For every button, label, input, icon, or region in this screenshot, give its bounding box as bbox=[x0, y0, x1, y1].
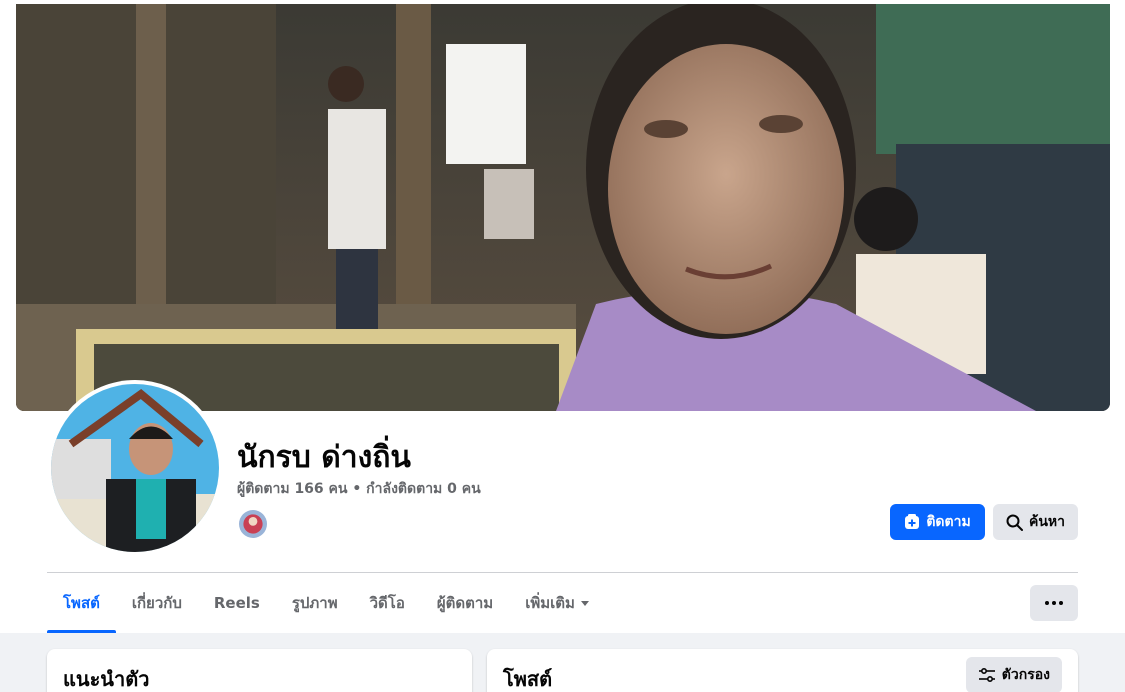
ellipsis-icon bbox=[1045, 601, 1049, 605]
tab-followers[interactable]: ผู้ติดตาม bbox=[421, 573, 509, 633]
filter-button-label: ตัวกรอง bbox=[1001, 667, 1050, 683]
profile-page: นักรบ ด่างถิ่น ผู้ติดตาม 166 คน • กำลังต… bbox=[0, 0, 1125, 692]
follower-avatar[interactable] bbox=[237, 508, 269, 540]
follow-button[interactable]: ติดตาม bbox=[890, 504, 985, 540]
intro-card-title: แนะนำตัว bbox=[63, 667, 150, 691]
tab-photos[interactable]: รูปภาพ bbox=[276, 573, 354, 633]
intro-card: แนะนำตัว bbox=[47, 649, 472, 692]
follow-stats[interactable]: ผู้ติดตาม 166 คน • กำลังติดตาม 0 คน bbox=[237, 478, 481, 500]
more-options-button[interactable] bbox=[1030, 585, 1078, 621]
posts-card-title: โพสต์ bbox=[503, 667, 553, 691]
search-button[interactable]: ค้นหา bbox=[993, 504, 1078, 540]
avatar-image bbox=[51, 384, 219, 552]
filter-icon bbox=[978, 668, 995, 682]
caret-down-icon bbox=[580, 600, 589, 606]
profile-avatar[interactable] bbox=[47, 380, 223, 556]
search-button-label: ค้นหา bbox=[1028, 514, 1066, 530]
profile-name: นักรบ ด่างถิ่น bbox=[237, 440, 411, 475]
tab-about[interactable]: เกี่ยวกับ bbox=[116, 573, 198, 633]
profile-tabs: โพสต์ เกี่ยวกับ Reels รูปภาพ วิดีโอ ผู้ต… bbox=[47, 573, 605, 633]
filter-button[interactable]: ตัวกรอง bbox=[965, 657, 1062, 692]
cover-photo[interactable] bbox=[16, 4, 1110, 411]
tab-more[interactable]: เพิ่มเติม bbox=[509, 573, 605, 633]
search-icon bbox=[1006, 514, 1023, 531]
tab-reels[interactable]: Reels bbox=[198, 573, 276, 633]
tab-posts[interactable]: โพสต์ bbox=[47, 573, 116, 633]
posts-card: โพสต์ ตัวกรอง bbox=[487, 649, 1078, 692]
follow-button-label: ติดตาม bbox=[926, 514, 971, 530]
tab-videos[interactable]: วิดีโอ bbox=[354, 573, 421, 633]
follow-plus-icon bbox=[905, 514, 920, 529]
cover-photo-image bbox=[16, 4, 1110, 411]
